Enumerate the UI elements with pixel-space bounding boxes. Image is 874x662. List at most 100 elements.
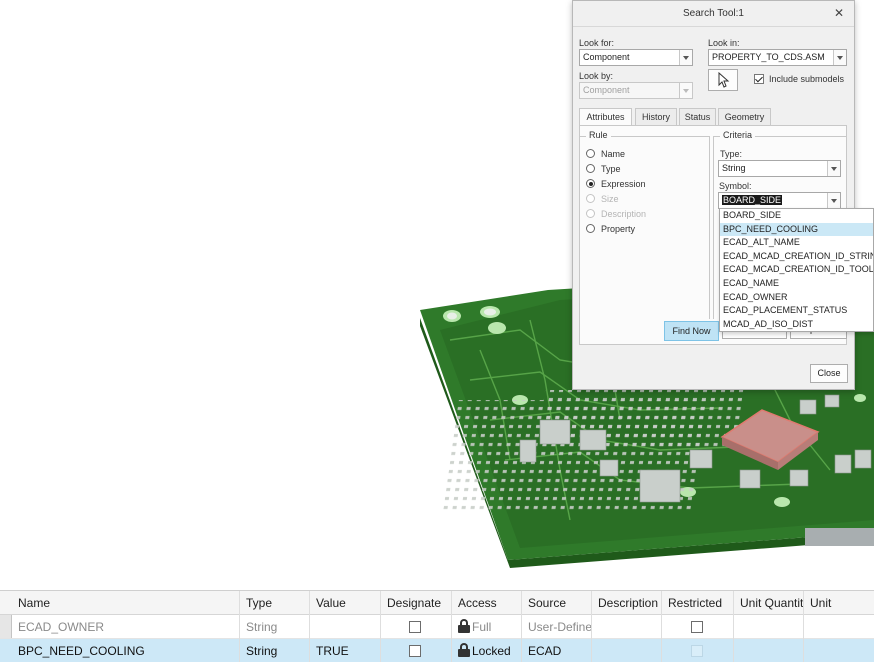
criteria-type-value: String bbox=[722, 163, 746, 173]
lock-icon bbox=[458, 643, 470, 657]
chevron-down-icon bbox=[833, 50, 846, 65]
rule-option-label: Size bbox=[601, 194, 619, 204]
rule-option-label: Name bbox=[601, 149, 626, 159]
symbol-label: Symbol: bbox=[719, 181, 752, 191]
look-by-label: Look by: bbox=[579, 71, 614, 81]
symbol-dropdown[interactable]: BOARD_SIDE bbox=[718, 192, 841, 209]
restricted-checkbox[interactable] bbox=[691, 645, 703, 657]
close-icon[interactable]: ✕ bbox=[832, 6, 846, 20]
cell-designate bbox=[381, 639, 452, 662]
radio-button bbox=[586, 164, 595, 173]
lock-icon bbox=[458, 619, 470, 633]
look-in-dropdown[interactable]: PROPERTY_TO_CDS.ASM bbox=[708, 49, 847, 66]
look-for-dropdown[interactable]: Component bbox=[579, 49, 693, 66]
symbol-option[interactable]: BPC_NEED_COOLING bbox=[720, 222, 873, 237]
cell-unit bbox=[804, 615, 874, 639]
cell-unit-quantity bbox=[734, 639, 804, 662]
criteria-group-title: Criteria bbox=[720, 130, 756, 140]
radio-button bbox=[586, 209, 595, 218]
column-header-unit[interactable]: Unit bbox=[804, 591, 874, 615]
include-submodels-checkbox[interactable] bbox=[754, 74, 764, 84]
cell-type: String bbox=[240, 615, 310, 639]
access-value: Locked bbox=[472, 644, 511, 658]
cell-designate bbox=[381, 615, 452, 639]
symbol-option[interactable]: ECAD_PLACEMENT_STATUS bbox=[720, 304, 873, 318]
chevron-down-icon bbox=[827, 161, 840, 176]
tab-history[interactable]: History bbox=[635, 108, 677, 126]
column-header-access[interactable]: Access bbox=[452, 591, 522, 615]
column-header-designate[interactable]: Designate bbox=[381, 591, 452, 615]
column-header-source[interactable]: Source bbox=[522, 591, 592, 615]
look-for-value: Component bbox=[583, 52, 630, 62]
cell-source: User-Defined bbox=[522, 615, 592, 639]
rule-option-type[interactable]: Type bbox=[586, 164, 621, 176]
column-header-restricted[interactable]: Restricted bbox=[662, 591, 734, 615]
radio-button bbox=[586, 179, 595, 188]
cell-description[interactable] bbox=[592, 615, 662, 639]
cell-name: ECAD_OWNER bbox=[12, 615, 240, 639]
symbol-option[interactable]: ECAD_MCAD_CREATION_ID_STRING bbox=[720, 250, 873, 264]
dialog-title: Search Tool:1 bbox=[573, 1, 854, 27]
column-header-description[interactable]: Description bbox=[592, 591, 662, 615]
chevron-down-icon bbox=[827, 193, 840, 208]
cell-description[interactable] bbox=[592, 639, 662, 662]
designate-checkbox[interactable] bbox=[409, 645, 421, 657]
column-header-unit-quantity[interactable]: Unit Quantity bbox=[734, 591, 804, 615]
chevron-down-icon bbox=[679, 50, 692, 65]
cell-access: Locked bbox=[452, 639, 522, 662]
cell-name: BPC_NEED_COOLING bbox=[12, 639, 240, 662]
cell-value[interactable]: TRUE bbox=[310, 639, 381, 662]
look-in-label: Look in: bbox=[708, 38, 740, 48]
rule-group-title: Rule bbox=[586, 130, 611, 140]
table-header-row: Name Type Value Designate Access Source … bbox=[0, 591, 874, 615]
cell-access: Full bbox=[452, 615, 522, 639]
rule-option-name[interactable]: Name bbox=[586, 149, 625, 161]
column-header-name[interactable]: Name bbox=[12, 591, 240, 615]
rule-option-label: Type bbox=[601, 164, 621, 174]
rule-option-label: Expression bbox=[601, 179, 646, 189]
column-header-type[interactable]: Type bbox=[240, 591, 310, 615]
rule-group: Rule Name Type Expression Size Descripti… bbox=[580, 130, 710, 319]
column-header-value[interactable]: Value bbox=[310, 591, 381, 615]
look-by-value: Component bbox=[583, 85, 630, 95]
look-for-label: Look for: bbox=[579, 38, 615, 48]
select-pointer-button[interactable] bbox=[708, 69, 738, 91]
tab-status[interactable]: Status bbox=[679, 108, 716, 126]
rule-option-property[interactable]: Property bbox=[586, 224, 635, 236]
designate-checkbox[interactable] bbox=[409, 621, 421, 633]
criteria-type-dropdown[interactable]: String bbox=[718, 160, 841, 177]
symbol-option[interactable]: MCAD_AD_ISO_DIST bbox=[720, 318, 873, 331]
rule-option-label: Description bbox=[601, 209, 647, 219]
restricted-checkbox[interactable] bbox=[691, 621, 703, 633]
symbol-option[interactable]: ECAD_NAME bbox=[720, 277, 873, 291]
criteria-type-label: Type: bbox=[720, 149, 743, 159]
find-now-button[interactable]: Find Now bbox=[664, 321, 719, 341]
symbol-value: BOARD_SIDE bbox=[722, 195, 783, 205]
cell-restricted bbox=[662, 639, 734, 662]
look-by-dropdown[interactable]: Component bbox=[579, 82, 693, 99]
cell-type: String bbox=[240, 639, 310, 662]
cell-value[interactable] bbox=[310, 615, 381, 639]
symbol-dropdown-list: BOARD_SIDE BPC_NEED_COOLING ECAD_ALT_NAM… bbox=[719, 208, 874, 332]
symbol-option[interactable]: ECAD_MCAD_CREATION_ID_TOOL bbox=[720, 263, 873, 277]
chevron-down-icon bbox=[679, 83, 692, 98]
tab-geometry[interactable]: Geometry bbox=[718, 108, 771, 126]
cell-unit bbox=[804, 639, 874, 662]
rule-option-label: Property bbox=[601, 224, 636, 234]
symbol-option[interactable]: BOARD_SIDE bbox=[720, 209, 873, 223]
radio-button bbox=[586, 224, 595, 233]
radio-button bbox=[586, 149, 595, 158]
symbol-option[interactable]: ECAD_ALT_NAME bbox=[720, 236, 873, 250]
include-submodels-label: Include submodels bbox=[769, 74, 845, 84]
look-in-value: PROPERTY_TO_CDS.ASM bbox=[712, 52, 825, 62]
parameters-table: Name Type Value Designate Access Source … bbox=[0, 590, 874, 662]
close-button[interactable]: Close bbox=[810, 364, 848, 383]
table-row[interactable]: ECAD_OWNER String Full User-Defined bbox=[0, 615, 874, 639]
symbol-option[interactable]: ECAD_OWNER bbox=[720, 291, 873, 305]
rule-option-description: Description bbox=[586, 209, 646, 221]
table-row-selected[interactable]: BPC_NEED_COOLING String TRUE Locked ECAD bbox=[0, 639, 874, 662]
access-value: Full bbox=[472, 620, 492, 634]
cell-restricted bbox=[662, 615, 734, 639]
rule-option-expression[interactable]: Expression bbox=[586, 179, 646, 191]
radio-button bbox=[586, 194, 595, 203]
